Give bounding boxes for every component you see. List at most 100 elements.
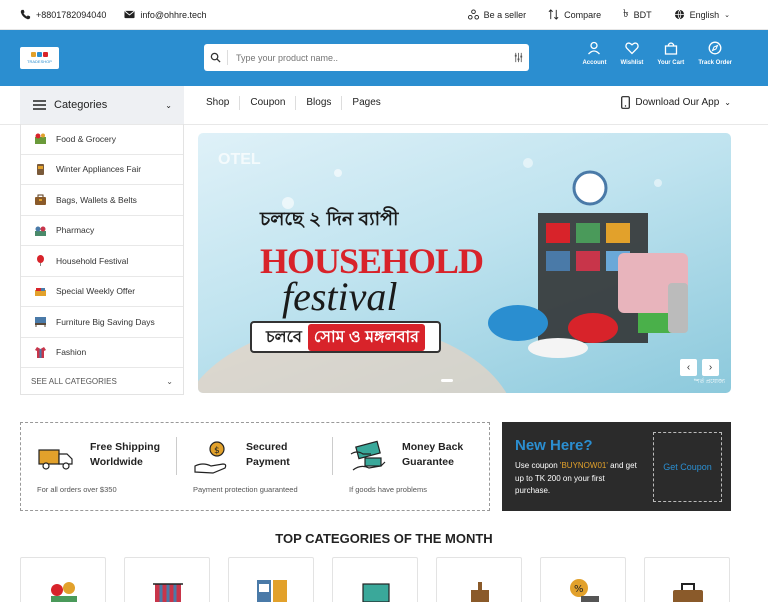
top-category-card[interactable]	[332, 557, 418, 602]
logo-text: TRADESHOP	[27, 59, 52, 64]
user-icon	[588, 41, 601, 55]
track-order-button[interactable]: Track Order	[698, 41, 732, 66]
compass-icon	[708, 41, 722, 55]
laptop-icon	[362, 583, 390, 602]
feature-title-line2: Guarantee	[402, 456, 454, 468]
money-back-icon	[350, 440, 386, 471]
top-category-card[interactable]	[436, 557, 522, 602]
email-contact[interactable]: info@ohhre.tech	[124, 9, 207, 20]
top-category-card[interactable]	[124, 557, 210, 602]
coupon-code: 'BUYNOW01'	[559, 461, 608, 470]
grocery-icon	[51, 582, 77, 602]
categories-toggle[interactable]: Categories ⌄	[20, 86, 184, 124]
bag-icon	[34, 193, 47, 206]
wishlist-button[interactable]: Wishlist	[620, 41, 643, 66]
category-label: Winter Appliances Fair	[56, 164, 142, 175]
top-bar: +8801782094040 info@ohhre.tech Be a sell…	[0, 0, 768, 30]
top-category-card[interactable]	[228, 557, 314, 602]
chevron-right-icon[interactable]: ›	[702, 359, 719, 376]
nav-shop[interactable]: Shop	[196, 96, 241, 110]
slider-dot[interactable]	[441, 379, 453, 382]
banner-terms: *শর্ত প্রযোজ্য	[693, 379, 725, 385]
banner-headline: চলছে ২ দিন ব্যাপী	[260, 209, 399, 230]
account-label: Account	[582, 60, 607, 66]
compare-label: Compare	[564, 9, 602, 20]
search-input[interactable]	[228, 52, 507, 63]
feature-title-line1: Money Back	[402, 441, 464, 453]
category-label: Special Weekly Offer	[56, 286, 136, 297]
banner-brand: OTEL	[218, 151, 261, 168]
slider-dots	[441, 379, 453, 382]
site-logo[interactable]: TRADESHOP	[20, 47, 59, 69]
search-button[interactable]	[204, 50, 228, 65]
nav-blogs[interactable]: Blogs	[296, 96, 343, 110]
currency-label: BDT	[633, 9, 652, 20]
category-item-fashion[interactable]: Fashion	[21, 338, 183, 368]
top-category-card[interactable]	[20, 557, 106, 602]
cart-button[interactable]: Your Cart	[657, 41, 684, 66]
feature-title: Secured Payment	[246, 440, 290, 470]
secure-payment-icon: $	[194, 441, 227, 474]
cart-label: Your Cart	[657, 60, 685, 66]
feature-subtitle: Payment protection guaranteed	[193, 485, 298, 494]
feature-money-back: Money Back Guarantee If goods have proble…	[333, 423, 489, 510]
feature-free-shipping: Free Shipping Worldwide For all orders ov…	[21, 423, 177, 510]
balloon-icon	[34, 254, 47, 267]
chevron-down-icon: ⌄	[166, 377, 173, 386]
account-button[interactable]: Account	[582, 41, 606, 66]
globe-icon	[674, 9, 684, 20]
nav-coupon[interactable]: Coupon	[240, 96, 297, 110]
hero-banner[interactable]: OTEL চলছে ২ দিন ব্যাপী HOUSEHOLD festiva…	[198, 133, 731, 393]
clothing-icon	[153, 583, 183, 602]
pharmacy-icon	[34, 224, 47, 237]
filter-icon	[514, 52, 522, 63]
category-item-special-weekly-offer[interactable]: Special Weekly Offer	[21, 277, 183, 307]
download-app-dropdown[interactable]: Download Our App ⌄	[621, 96, 731, 109]
search-bar	[204, 44, 529, 71]
feature-title-line2: Payment	[246, 456, 290, 468]
heater-icon	[34, 163, 47, 176]
taka-icon: ৳	[623, 8, 629, 20]
category-item-furniture[interactable]: Furniture Big Saving Days	[21, 307, 183, 338]
new-here-title: New Here?	[515, 437, 593, 454]
category-label: Furniture Big Saving Days	[56, 316, 155, 327]
slider-arrows: ‹ ›	[680, 359, 719, 376]
header-icons: Account Wishlist Your Cart Track Order	[582, 41, 732, 66]
furniture-icon	[471, 582, 489, 602]
language-selector[interactable]: English ⌄	[674, 9, 730, 20]
compare-icon	[548, 9, 559, 20]
get-coupon-button[interactable]: Get Coupon	[653, 432, 722, 502]
chevron-left-icon[interactable]: ‹	[680, 359, 697, 376]
language-label: English	[689, 9, 720, 20]
category-item-pharmacy[interactable]: Pharmacy	[21, 216, 183, 246]
features-box: Free Shipping Worldwide For all orders ov…	[20, 422, 490, 511]
top-category-card[interactable]: %	[540, 557, 626, 602]
currency-selector[interactable]: ৳ BDT	[623, 5, 651, 24]
feature-title-line1: Free Shipping	[90, 441, 161, 453]
wishlist-label: Wishlist	[620, 60, 644, 66]
category-item-winter-appliances[interactable]: Winter Appliances Fair	[21, 155, 183, 185]
mail-icon	[124, 10, 135, 19]
category-item-bags-wallets[interactable]: Bags, Wallets & Belts	[21, 185, 183, 216]
phone-number: +8801782094040	[36, 9, 107, 20]
banner-days-highlight: সোম ও মঙ্গলবার	[307, 323, 425, 351]
grocery-icon	[34, 132, 47, 145]
nav-pages[interactable]: Pages	[342, 96, 390, 110]
category-label: Bags, Wallets & Belts	[56, 194, 137, 205]
feature-subtitle: For all orders over $350	[37, 485, 117, 494]
feature-subtitle: If goods have problems	[349, 485, 427, 494]
filter-button[interactable]	[507, 52, 529, 63]
be-seller-link[interactable]: Be a seller	[467, 9, 526, 20]
category-item-food-grocery[interactable]: Food & Grocery	[21, 124, 183, 155]
top-category-card[interactable]	[644, 557, 730, 602]
bag-icon	[664, 42, 678, 55]
categories-label: Categories	[54, 99, 108, 111]
main-nav: Shop Coupon Blogs Pages	[196, 96, 391, 110]
see-all-categories[interactable]: SEE ALL CATEGORIES ⌄	[21, 368, 183, 395]
category-item-household-festival[interactable]: Household Festival	[21, 246, 183, 277]
compare-link[interactable]: Compare	[548, 9, 601, 20]
banner-days: চলবে সোম ও মঙ্গলবার	[250, 321, 441, 353]
new-here-panel: New Here? Use coupon 'BUYNOW01' and get …	[502, 422, 731, 511]
feature-title: Money Back Guarantee	[402, 440, 463, 470]
phone-contact[interactable]: +8801782094040	[20, 9, 106, 20]
